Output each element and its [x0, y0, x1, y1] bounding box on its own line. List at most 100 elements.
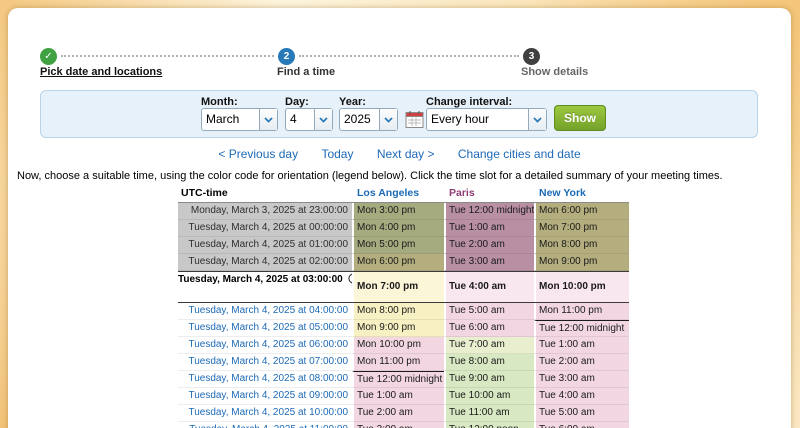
time-slot-cell[interactable]: Tue 12:00 midnight	[534, 320, 629, 337]
time-slot-cell[interactable]: Tue 11:00 am	[444, 405, 534, 422]
time-slot-cell: Tue 3:00 am	[444, 254, 534, 271]
time-slot-cell[interactable]: Tue 5:00 am	[444, 303, 534, 320]
time-slot-cell[interactable]: Tue 1:00 am	[352, 388, 444, 405]
time-slot-cell[interactable]: Tue 1:00 am	[534, 337, 629, 354]
utc-time-cell[interactable]: Tuesday, March 4, 2025 at 04:00:00	[178, 303, 352, 320]
time-slot-cell[interactable]: Tue 4:00 am	[534, 388, 629, 405]
interval-select[interactable]: Every hour	[426, 108, 547, 131]
time-slot-cell[interactable]: Tue 3:00 am	[352, 422, 444, 428]
table-row: Tuesday, March 4, 2025 at 05:00:00Mon 9:…	[178, 320, 629, 337]
table-row: Tuesday, March 4, 2025 at 01:00:00Mon 5:…	[178, 237, 629, 254]
today-link[interactable]: Today	[321, 147, 353, 161]
time-slot-cell[interactable]: Mon 7:00 pm	[352, 272, 444, 302]
step-2-label: Find a time	[277, 66, 335, 78]
time-slot-cell: Mon 7:00 pm	[534, 220, 629, 237]
time-slot-cell[interactable]: Tue 12:00 midnight	[352, 371, 444, 388]
table-row: Tuesday, March 4, 2025 at 10:00:00Tue 2:…	[178, 405, 629, 422]
month-select-value: March	[202, 109, 259, 130]
instructions-text: Now, choose a suitable time, using the c…	[17, 170, 787, 182]
time-slot-cell[interactable]: Mon 11:00 pm	[352, 354, 444, 371]
time-slot-cell[interactable]: Tue 6:00 am	[444, 320, 534, 337]
utc-time-cell[interactable]: Tuesday, March 4, 2025 at 06:00:00	[178, 337, 352, 354]
time-slot-cell: Mon 6:00 pm	[534, 203, 629, 220]
time-slot-cell: Mon 8:00 pm	[534, 237, 629, 254]
time-slot-cell: Mon 9:00 pm	[534, 254, 629, 271]
interval-label: Change interval:	[426, 96, 512, 108]
chevron-down-icon	[259, 109, 277, 130]
stepper-connector	[299, 55, 519, 57]
time-slot-cell[interactable]: Tue 10:00 am	[444, 388, 534, 405]
time-slot-cell: Mon 5:00 pm	[352, 237, 444, 254]
utc-time-cell[interactable]: Tuesday, March 4, 2025 at 07:00:00	[178, 354, 352, 371]
time-slot-cell: Mon 4:00 pm	[352, 220, 444, 237]
time-slot-cell[interactable]: Tue 6:00 am	[534, 422, 629, 428]
time-slot-cell[interactable]: Tue 5:00 am	[534, 405, 629, 422]
time-slot-cell: Tue 2:00 am	[444, 237, 534, 254]
calendar-picker-button[interactable]	[405, 110, 425, 129]
utc-time-cell: Tuesday, March 4, 2025 at 01:00:00	[178, 237, 352, 254]
interval-select-value: Every hour	[427, 109, 528, 130]
month-label: Month:	[201, 96, 238, 108]
main-card: ✓ Pick date and locations 2 Find a time …	[8, 8, 791, 428]
table-body: Monday, March 3, 2025 at 23:00:00Mon 3:0…	[178, 202, 629, 428]
day-navigation: < Previous day Today Next day > Change c…	[8, 147, 791, 161]
checkmark-icon: ✓	[44, 51, 52, 62]
chevron-down-icon	[379, 109, 397, 130]
step-2-current-circle: 2	[278, 48, 295, 65]
table-row: Tuesday, March 4, 2025 at 07:00:00Mon 11…	[178, 354, 629, 371]
year-select-value: 2025	[340, 109, 379, 130]
time-slot-cell[interactable]: Mon 9:00 pm	[352, 320, 444, 337]
time-slot-cell[interactable]: Tue 3:00 am	[534, 371, 629, 388]
stepper-connector	[61, 55, 274, 57]
utc-time-cell: Tuesday, March 4, 2025 at 00:00:00	[178, 220, 352, 237]
meeting-planner-table: UTC-time Los Angeles Paris New York Mond…	[178, 186, 629, 428]
utc-time-cell: Tuesday, March 4, 2025 at 02:00:00	[178, 254, 352, 271]
step-1-done-circle[interactable]: ✓	[40, 48, 57, 65]
step-3-number: 3	[529, 51, 535, 62]
time-slot-cell[interactable]: Tue 9:00 am	[444, 371, 534, 388]
table-header-row: UTC-time Los Angeles Paris New York	[178, 186, 629, 202]
time-slot-cell[interactable]: Tue 8:00 am	[444, 354, 534, 371]
time-slot-cell[interactable]: Mon 10:00 pm	[352, 337, 444, 354]
utc-time-cell[interactable]: Tuesday, March 4, 2025 at 05:00:00	[178, 320, 352, 337]
table-row: Monday, March 3, 2025 at 23:00:00Mon 3:0…	[178, 203, 629, 220]
utc-time-cell[interactable]: Tuesday, March 4, 2025 at 09:00:00	[178, 388, 352, 405]
table-row: Tuesday, March 4, 2025 at 08:00:00Tue 12…	[178, 371, 629, 388]
time-slot-cell[interactable]: Tue 7:00 am	[444, 337, 534, 354]
year-select[interactable]: 2025	[339, 108, 398, 131]
current-time-row: Tuesday, March 4, 2025 at 03:00:00 Mon 7…	[178, 271, 629, 303]
next-day-link[interactable]: Next day >	[377, 147, 435, 161]
time-slot-cell: Mon 3:00 pm	[352, 203, 444, 220]
previous-day-link[interactable]: < Previous day	[218, 147, 298, 161]
day-label: Day:	[285, 96, 309, 108]
change-cities-link[interactable]: Change cities and date	[458, 147, 581, 161]
time-slot-cell[interactable]: Mon 10:00 pm	[534, 272, 629, 302]
utc-time-cell: Monday, March 3, 2025 at 23:00:00	[178, 203, 352, 220]
table-row: Tuesday, March 4, 2025 at 04:00:00Mon 8:…	[178, 303, 629, 320]
table-row: Tuesday, March 4, 2025 at 00:00:00Mon 4:…	[178, 220, 629, 237]
time-slot-cell: Tue 12:00 midnight	[444, 203, 534, 220]
city-header-los-angeles[interactable]: Los Angeles	[352, 186, 444, 202]
date-form-bar: Month: March Day: 4 Year: 2025	[40, 90, 758, 138]
time-slot-cell[interactable]: Tue 12:00 noon	[444, 422, 534, 428]
step-1-label-link[interactable]: Pick date and locations	[40, 66, 162, 78]
time-slot-cell[interactable]: Tue 2:00 am	[534, 354, 629, 371]
utc-time-cell[interactable]: Tuesday, March 4, 2025 at 11:00:00	[178, 422, 352, 428]
table-row: Tuesday, March 4, 2025 at 11:00:00Tue 3:…	[178, 422, 629, 428]
time-slot-cell[interactable]: Mon 11:00 pm	[534, 303, 629, 320]
time-slot-cell[interactable]: Mon 8:00 pm	[352, 303, 444, 320]
utc-time-cell[interactable]: Tuesday, March 4, 2025 at 08:00:00	[178, 371, 352, 388]
city-header-new-york[interactable]: New York	[534, 186, 629, 202]
step-3-circle: 3	[523, 48, 540, 65]
time-slot-cell[interactable]: Tue 4:00 am	[444, 272, 534, 302]
step-3-label: Show details	[521, 66, 588, 78]
city-header-paris[interactable]: Paris	[444, 186, 534, 202]
month-select[interactable]: March	[201, 108, 278, 131]
day-select[interactable]: 4	[285, 108, 333, 131]
show-button[interactable]: Show	[554, 105, 606, 131]
utc-time-cell[interactable]: Tuesday, March 4, 2025 at 10:00:00	[178, 405, 352, 422]
table-row: Tuesday, March 4, 2025 at 02:00:00Mon 6:…	[178, 254, 629, 271]
time-slot-cell[interactable]: Tue 2:00 am	[352, 405, 444, 422]
calendar-icon	[405, 116, 425, 133]
page-background: ✓ Pick date and locations 2 Find a time …	[0, 0, 800, 428]
